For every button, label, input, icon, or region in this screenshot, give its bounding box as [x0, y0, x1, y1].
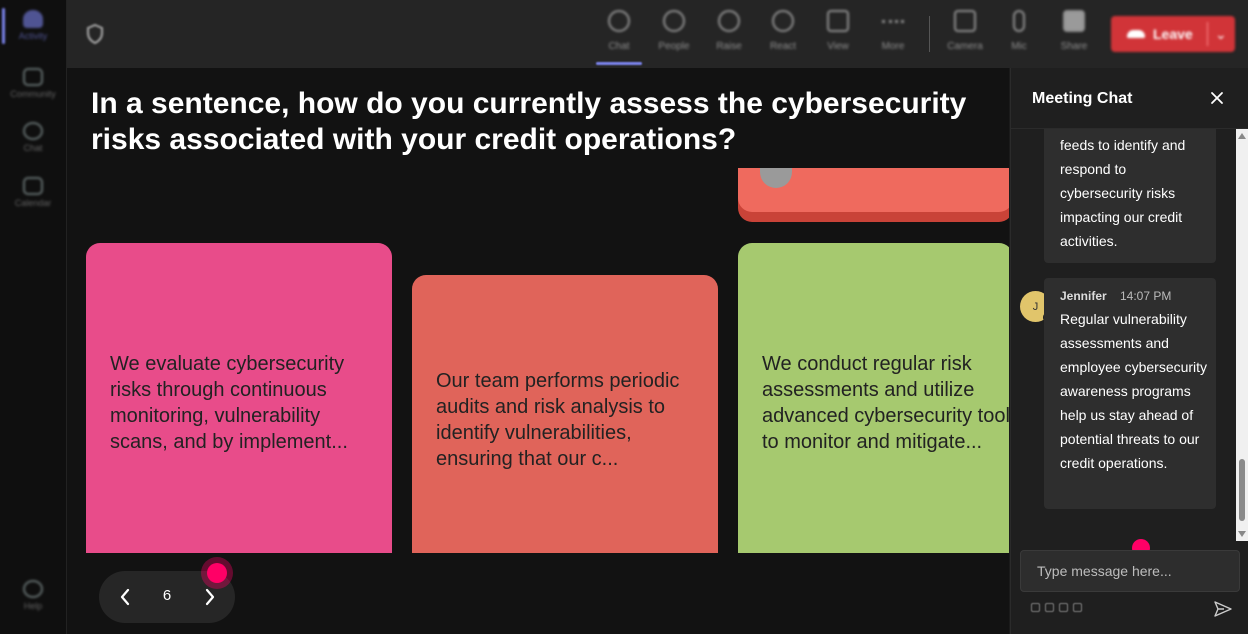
camera-off-icon	[954, 10, 976, 32]
emoji-icon[interactable]	[1059, 603, 1068, 612]
response-card[interactable]: We evaluate cybersecurity risks through …	[86, 243, 392, 553]
chat-message: Jennifer 14:07 PM Regular vulnerability …	[1044, 278, 1216, 509]
rail-item-label: Community	[10, 89, 56, 99]
next-page-button[interactable]	[196, 583, 224, 611]
response-text-line: We conduct regular risk	[762, 353, 972, 375]
leave-button[interactable]: Leave ⌄	[1111, 16, 1235, 52]
response-text-line: assessments and utilize	[762, 379, 975, 401]
chat-title: Meeting Chat	[1032, 90, 1133, 107]
rail-item-help[interactable]: Help	[0, 580, 66, 626]
previous-page-button[interactable]	[111, 583, 139, 611]
toolbar-mic-button[interactable]: Mic	[992, 10, 1046, 62]
chevron-right-icon	[205, 588, 215, 606]
hand-icon	[718, 10, 740, 32]
question-title: In a sentence, how do you currently asse…	[91, 87, 967, 156]
message-timestamp: 14:07 PM	[1120, 289, 1172, 303]
toolbar-button-label: Chat	[608, 41, 630, 52]
app-rail: Activity Community Chat Calendar Help	[0, 0, 67, 634]
pointer-indicator	[207, 563, 227, 583]
format-icon[interactable]	[1031, 603, 1040, 612]
rail-item-activity[interactable]: Activity	[0, 10, 66, 56]
scroll-down-arrow-icon[interactable]	[1238, 531, 1246, 537]
chevron-down-icon[interactable]: ⌄	[1215, 26, 1227, 43]
response-text: We conduct regular risk assessments and …	[762, 351, 1009, 455]
toolbar-chat-button[interactable]: Chat	[592, 10, 646, 62]
close-icon[interactable]	[1207, 88, 1227, 108]
rail-item-community[interactable]: Community	[0, 68, 66, 114]
help-icon	[23, 580, 43, 598]
toolbar-button-label: React	[769, 41, 797, 52]
toolbar-people-button[interactable]: People	[647, 10, 701, 62]
toolbar-react-button[interactable]: React	[756, 10, 810, 62]
rail-item-label: Help	[23, 601, 43, 611]
meeting-chat-panel: Meeting Chat feeds to identify and respo…	[1010, 68, 1248, 634]
chat-icon	[608, 10, 630, 32]
phone-hangup-icon	[1127, 30, 1145, 38]
toolbar-view-button[interactable]: View	[811, 10, 865, 62]
toolbar-button-label: Camera	[947, 41, 983, 52]
response-card[interactable]: Our team performs periodic audits and ri…	[412, 275, 718, 553]
message-sender: Jennifer	[1060, 289, 1107, 303]
calendar-icon	[23, 177, 43, 195]
response-text: Our team performs periodic audits and ri…	[436, 370, 680, 470]
message-text: feeds to identify and respond to cyberse…	[1060, 137, 1186, 249]
leave-divider	[1207, 22, 1208, 46]
response-text: We evaluate cybersecurity risks through …	[110, 353, 348, 453]
toolbar-camera-button[interactable]: Camera	[938, 10, 992, 62]
meeting-toolbar: Chat People Raise React View More Camera…	[67, 0, 1248, 68]
attach-icon[interactable]	[1045, 603, 1054, 612]
rail-item-label: Calendar	[14, 198, 52, 208]
grid-icon	[827, 10, 849, 32]
gif-icon[interactable]	[1073, 603, 1082, 612]
chat-icon	[23, 122, 43, 140]
leave-label: Leave	[1153, 26, 1193, 42]
rail-item-label: Activity	[18, 31, 48, 41]
page-number: 6	[162, 587, 172, 604]
toolbar-button-label: Share	[1060, 41, 1088, 52]
chat-message: feeds to identify and respond to cyberse…	[1044, 129, 1216, 263]
chevron-left-icon	[120, 588, 130, 606]
send-icon[interactable]	[1213, 599, 1233, 619]
chat-scrollbar[interactable]	[1236, 129, 1248, 541]
share-icon	[1063, 10, 1085, 32]
chat-message-list[interactable]: feeds to identify and respond to cyberse…	[1011, 129, 1248, 541]
rail-item-calendar[interactable]: Calendar	[0, 177, 66, 223]
rail-item-label: Chat	[23, 143, 43, 153]
scrollbar-thumb[interactable]	[1239, 459, 1245, 521]
toolbar-button-label: Raise	[716, 41, 742, 52]
toolbar-button-label: View	[827, 41, 849, 52]
response-text-line: to monitor and mitigate...	[762, 431, 983, 453]
bell-icon	[23, 10, 43, 28]
toolbar-raise-button[interactable]: Raise	[702, 10, 756, 62]
chat-header: Meeting Chat	[1011, 68, 1248, 129]
response-card[interactable]: We conduct regular risk assessments and …	[738, 243, 1009, 553]
scroll-up-arrow-icon[interactable]	[1238, 133, 1246, 139]
response-text-line: advanced cybersecurity tools	[762, 405, 1009, 427]
chat-message-input[interactable]	[1020, 550, 1240, 592]
message-text: Regular vulnerability assessments and em…	[1060, 311, 1208, 471]
toolbar-active-indicator	[596, 62, 642, 65]
presentation-stage: In a sentence, how do you currently asse…	[67, 68, 1009, 634]
toolbar-divider	[929, 16, 930, 52]
toolbar-button-label: More	[881, 41, 905, 52]
shield-icon	[87, 24, 103, 44]
smile-icon	[772, 10, 794, 32]
more-icon	[882, 20, 904, 32]
people-icon	[663, 10, 685, 32]
toolbar-button-label: Mic	[1011, 41, 1027, 52]
toolbar-share-button[interactable]: Share	[1047, 10, 1101, 62]
mic-icon	[1013, 10, 1025, 32]
toolbar-button-label: People	[658, 41, 690, 52]
rail-item-chat[interactable]: Chat	[0, 122, 66, 168]
format-toolbar	[1031, 603, 1082, 612]
toolbar-more-button[interactable]: More	[866, 10, 920, 62]
community-icon	[23, 68, 43, 86]
